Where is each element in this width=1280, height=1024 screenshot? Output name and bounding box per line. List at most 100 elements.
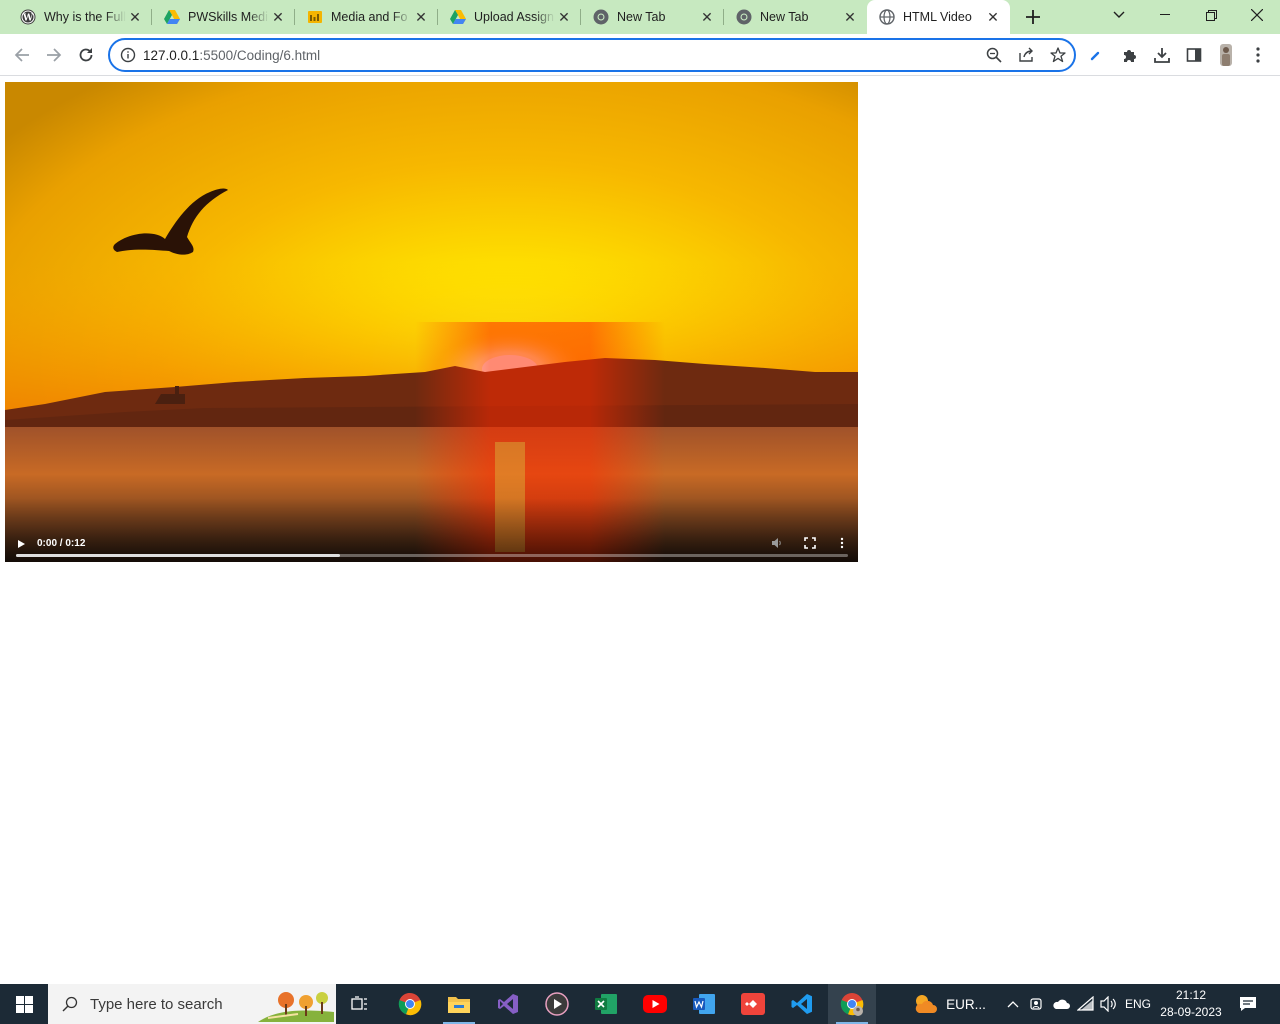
video-menu-button[interactable] bbox=[835, 536, 849, 550]
weather-widget-icon[interactable] bbox=[908, 984, 944, 1024]
back-button[interactable] bbox=[9, 42, 35, 68]
minimize-icon bbox=[1160, 14, 1170, 15]
close-icon[interactable]: ✕ bbox=[269, 8, 287, 26]
restore-icon bbox=[1205, 9, 1217, 21]
taskbar-search-box[interactable]: Type here to search bbox=[48, 984, 336, 1024]
taskbar-word[interactable] bbox=[680, 984, 728, 1024]
profile-avatar-icon[interactable] bbox=[1215, 44, 1237, 66]
taskbar-chrome[interactable] bbox=[386, 984, 434, 1024]
duration: 0:12 bbox=[65, 538, 86, 549]
bookmark-star-icon[interactable] bbox=[1050, 47, 1068, 65]
meet-now-icon[interactable] bbox=[1026, 984, 1048, 1024]
svg-text:W: W bbox=[22, 14, 34, 24]
plus-icon bbox=[1026, 10, 1040, 24]
task-view-button[interactable] bbox=[336, 984, 384, 1024]
chevron-down-icon bbox=[1113, 11, 1125, 18]
minimize-button[interactable] bbox=[1142, 0, 1188, 30]
taskbar-vscode[interactable] bbox=[778, 984, 826, 1024]
search-icon bbox=[62, 996, 78, 1012]
video-player[interactable]: 0:00 / 0:12 bbox=[5, 82, 858, 562]
tab-1[interactable]: PWSkills Medi ✕ bbox=[152, 0, 295, 34]
url-host: 127.0.0.1 bbox=[143, 48, 200, 63]
download-icon[interactable] bbox=[1151, 44, 1173, 66]
tab-6-active[interactable]: HTML Video ✕ bbox=[867, 0, 1010, 34]
reload-button[interactable] bbox=[73, 42, 99, 68]
taskbar-visual-studio[interactable] bbox=[484, 984, 532, 1024]
start-button[interactable] bbox=[0, 984, 48, 1024]
visual-studio-icon bbox=[498, 994, 518, 1014]
notification-icon bbox=[1240, 997, 1256, 1011]
page-content: 0:00 / 0:12 bbox=[0, 77, 1280, 983]
search-highlight-icon bbox=[258, 988, 334, 1022]
taskbar-anydesk[interactable] bbox=[729, 984, 777, 1024]
fullscreen-button[interactable] bbox=[803, 536, 817, 550]
wordpress-icon: W bbox=[20, 9, 36, 25]
task-view-icon bbox=[351, 996, 367, 1010]
pen-extension-icon[interactable] bbox=[1085, 44, 1107, 66]
onedrive-cloud-icon[interactable] bbox=[1049, 984, 1073, 1024]
buffered-range bbox=[16, 554, 341, 557]
new-tab-button[interactable] bbox=[1021, 5, 1045, 29]
tab-title: HTML Video bbox=[903, 10, 972, 24]
tab-3[interactable]: Upload Assign ✕ bbox=[438, 0, 581, 34]
fullscreen-icon bbox=[804, 537, 816, 549]
folder-icon bbox=[448, 997, 470, 1013]
seek-bar[interactable] bbox=[16, 554, 848, 557]
address-bar[interactable]: 127.0.0.1:5500/Coding/6.html bbox=[108, 38, 1076, 72]
chrome-icon bbox=[736, 9, 752, 25]
arrow-left-icon bbox=[14, 48, 29, 62]
zoom-icon[interactable] bbox=[986, 47, 1004, 65]
side-panel-icon[interactable] bbox=[1183, 44, 1205, 66]
play-button[interactable] bbox=[15, 537, 27, 549]
mute-button[interactable] bbox=[770, 536, 784, 550]
tab-0[interactable]: W Why is the Full ✕ bbox=[8, 0, 152, 34]
show-hidden-icons-button[interactable] bbox=[1002, 984, 1024, 1024]
clock-time: 21:12 bbox=[1175, 988, 1207, 1002]
tab-title: Media and Fo bbox=[331, 10, 408, 24]
chrome-icon bbox=[398, 992, 422, 1016]
notifications-button[interactable] bbox=[1234, 984, 1262, 1024]
close-icon[interactable]: ✕ bbox=[555, 8, 573, 26]
taskbar-clock[interactable]: 21:12 28-09-2023 bbox=[1156, 987, 1226, 1021]
close-icon[interactable]: ✕ bbox=[126, 8, 144, 26]
weather-text[interactable]: EUR... bbox=[944, 984, 988, 1024]
url-path: :5500/Coding/6.html bbox=[199, 48, 321, 63]
play-icon bbox=[18, 540, 25, 548]
close-window-button[interactable] bbox=[1234, 0, 1280, 30]
taskbar-excel[interactable] bbox=[582, 984, 630, 1024]
taskbar-youtube[interactable] bbox=[631, 984, 679, 1024]
close-icon[interactable]: ✕ bbox=[698, 8, 716, 26]
taskbar-file-explorer[interactable] bbox=[435, 984, 483, 1024]
url-text[interactable]: 127.0.0.1:5500/Coding/6.html bbox=[143, 48, 320, 63]
tab-search-button[interactable] bbox=[1096, 0, 1142, 30]
youtube-icon bbox=[643, 995, 667, 1013]
close-icon[interactable]: ✕ bbox=[412, 8, 430, 26]
restore-button[interactable] bbox=[1188, 0, 1234, 30]
media-player-icon bbox=[545, 992, 569, 1016]
language-indicator[interactable]: ENG bbox=[1122, 984, 1154, 1024]
tab-4[interactable]: New Tab ✕ bbox=[581, 0, 724, 34]
close-icon[interactable]: ✕ bbox=[841, 8, 859, 26]
chrome-icon bbox=[593, 9, 609, 25]
info-icon[interactable] bbox=[120, 47, 136, 63]
tab-2[interactable]: Media and Fo ✕ bbox=[295, 0, 438, 34]
taskbar-media-player[interactable] bbox=[533, 984, 581, 1024]
tab-5[interactable]: New Tab ✕ bbox=[724, 0, 867, 34]
current-time: 0:00 bbox=[37, 538, 58, 549]
tab-strip: W Why is the Full ✕ PWSkills Medi ✕ Medi… bbox=[0, 0, 1280, 34]
taskbar-chrome-active[interactable] bbox=[828, 984, 876, 1024]
chrome-profile-icon bbox=[840, 993, 864, 1016]
forward-button[interactable] bbox=[41, 42, 67, 68]
kebab-menu-icon[interactable] bbox=[1247, 44, 1269, 66]
extensions-puzzle-icon[interactable] bbox=[1119, 44, 1141, 66]
chevron-up-icon bbox=[1007, 1001, 1019, 1008]
share-icon[interactable] bbox=[1018, 47, 1036, 65]
volume-icon bbox=[772, 538, 781, 548]
close-icon[interactable]: ✕ bbox=[984, 8, 1002, 26]
volume-icon[interactable] bbox=[1097, 984, 1121, 1024]
video-timecode: 0:00 / 0:12 bbox=[37, 538, 85, 549]
vscode-icon bbox=[791, 994, 812, 1014]
search-placeholder: Type here to search bbox=[90, 995, 223, 1013]
wifi-icon[interactable] bbox=[1074, 984, 1098, 1024]
word-icon bbox=[693, 994, 715, 1014]
